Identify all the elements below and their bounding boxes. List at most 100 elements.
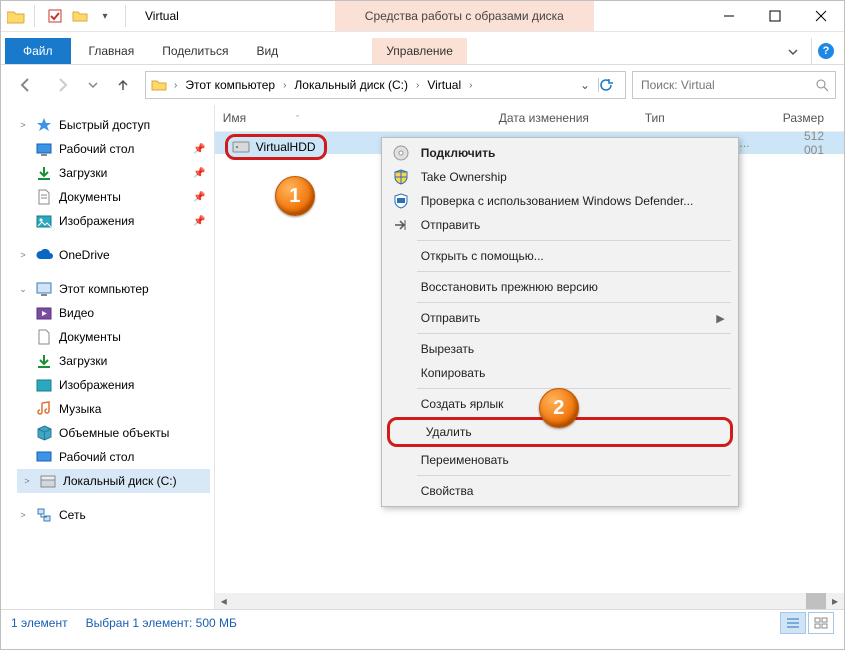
up-button[interactable]	[107, 71, 139, 99]
forward-button[interactable]	[47, 71, 79, 99]
breadcrumb-item[interactable]: Virtual	[425, 78, 463, 92]
onedrive-icon	[35, 246, 53, 264]
refresh-icon[interactable]	[598, 78, 621, 92]
ctx-send-to[interactable]: Отправить▶	[385, 306, 735, 330]
ctx-restore-previous[interactable]: Восстановить прежнюю версию	[385, 275, 735, 299]
pin-icon: 📌	[193, 216, 205, 227]
search-icon[interactable]	[815, 78, 829, 92]
sidebar-item-pictures[interactable]: Изображения📌	[17, 209, 210, 233]
drive-icon	[39, 472, 57, 490]
search-input[interactable]	[639, 77, 809, 93]
address-dropdown-icon[interactable]: ⌄	[576, 78, 594, 92]
annotation-badge-2: 2	[539, 388, 579, 428]
explorer-window: ▾ Virtual Средства работы с образами дис…	[0, 0, 845, 650]
file-list[interactable]: VirtualHDD 05.08.2019 17:38 Файл образа …	[215, 132, 844, 609]
status-item-count: 1 элемент	[11, 616, 68, 630]
sidebar-item-local-disk-c[interactable]: >Локальный диск (C:)	[17, 469, 210, 493]
pin-icon: 📌	[193, 144, 205, 155]
share-icon	[391, 215, 411, 235]
chevron-right-icon[interactable]: ›	[414, 80, 421, 91]
maximize-button[interactable]	[752, 1, 798, 31]
sidebar-item-documents[interactable]: Документы📌	[17, 185, 210, 209]
ctx-share[interactable]: Отправить	[385, 213, 735, 237]
scrollbar-thumb[interactable]	[806, 593, 826, 609]
pictures-icon	[35, 376, 53, 394]
horizontal-scrollbar[interactable]: ◂ ▸	[215, 593, 844, 609]
minimize-button[interactable]	[706, 1, 752, 31]
search-box[interactable]	[632, 71, 836, 99]
scroll-left-icon[interactable]: ◂	[215, 593, 233, 609]
sidebar-network[interactable]: >Сеть	[17, 503, 210, 527]
defender-icon	[391, 191, 411, 211]
chevron-right-icon[interactable]: ›	[467, 80, 474, 91]
sidebar-item-3dobjects[interactable]: Объемные объекты	[17, 421, 210, 445]
view-details-button[interactable]	[780, 612, 806, 634]
cube-icon	[35, 424, 53, 442]
nav-row: › Этот компьютер › Локальный диск (C:) ›…	[1, 65, 844, 105]
ctx-cut[interactable]: Вырезать	[385, 337, 735, 361]
status-selection: Выбран 1 элемент: 500 МБ	[86, 616, 237, 630]
scroll-right-icon[interactable]: ▸	[826, 593, 844, 609]
sidebar-item-pictures[interactable]: Изображения	[17, 373, 210, 397]
back-button[interactable]	[9, 71, 41, 99]
pc-icon	[35, 280, 53, 298]
tab-home[interactable]: Главная	[75, 38, 149, 64]
sidebar-onedrive[interactable]: >OneDrive	[17, 243, 210, 267]
sidebar-this-pc[interactable]: ⌄Этот компьютер	[17, 277, 210, 301]
documents-icon	[35, 328, 53, 346]
qat-newfolder-icon[interactable]	[69, 5, 91, 27]
ctx-properties[interactable]: Свойства	[385, 479, 735, 503]
qat-properties-icon[interactable]	[44, 5, 66, 27]
file-name: VirtualHDD	[256, 140, 316, 154]
tab-view[interactable]: Вид	[242, 38, 292, 64]
ribbon-collapse-icon[interactable]	[781, 40, 805, 64]
sidebar-item-videos[interactable]: Видео	[17, 301, 210, 325]
breadcrumb-item[interactable]: Локальный диск (C:)	[292, 78, 410, 92]
chevron-right-icon[interactable]: ›	[172, 80, 179, 91]
sidebar-item-documents[interactable]: Документы	[17, 325, 210, 349]
ctx-copy[interactable]: Копировать	[385, 361, 735, 385]
column-header-size[interactable]: Размер	[775, 111, 844, 125]
ctx-rename[interactable]: Переименовать	[385, 448, 735, 472]
breadcrumb-item[interactable]: Этот компьютер	[183, 78, 277, 92]
ctx-open-with[interactable]: Открыть с помощью...	[385, 244, 735, 268]
close-button[interactable]	[798, 1, 844, 31]
sidebar-item-downloads[interactable]: Загрузки📌	[17, 161, 210, 185]
ctx-take-ownership[interactable]: Take Ownership	[385, 165, 735, 189]
context-menu: Подключить Take Ownership Проверка с исп…	[381, 137, 739, 507]
desktop-icon	[35, 448, 53, 466]
pictures-icon	[35, 212, 53, 230]
submenu-arrow-icon: ▶	[716, 312, 724, 325]
sidebar-quick-access[interactable]: >Быстрый доступ	[17, 113, 210, 137]
help-icon: ?	[818, 43, 834, 59]
sidebar-item-desktop[interactable]: Рабочий стол📌	[17, 137, 210, 161]
column-header-name[interactable]: Имяˆ	[215, 111, 491, 125]
contextual-ribbon-label: Средства работы с образами диска	[365, 9, 564, 23]
recent-locations-button[interactable]	[85, 71, 101, 99]
downloads-icon	[35, 164, 53, 182]
tab-share[interactable]: Поделиться	[148, 38, 242, 64]
column-header-date[interactable]: Дата изменения	[491, 111, 637, 125]
pin-icon: 📌	[193, 192, 205, 203]
downloads-icon	[35, 352, 53, 370]
disk-image-icon	[232, 138, 250, 156]
sidebar-item-music[interactable]: Музыка	[17, 397, 210, 421]
ctx-mount[interactable]: Подключить	[385, 141, 735, 165]
quick-access-toolbar: ▾	[44, 5, 116, 27]
tab-file[interactable]: Файл	[5, 38, 71, 64]
contextual-ribbon-header: Средства работы с образами диска	[335, 1, 594, 31]
pin-icon: 📌	[193, 168, 205, 179]
view-large-icons-button[interactable]	[808, 612, 834, 634]
address-bar[interactable]: › Этот компьютер › Локальный диск (C:) ›…	[145, 71, 626, 99]
sidebar-item-downloads[interactable]: Загрузки	[17, 349, 210, 373]
column-header-type[interactable]: Тип	[637, 111, 775, 125]
sidebar-item-desktop[interactable]: Рабочий стол	[17, 445, 210, 469]
chevron-right-icon[interactable]: ›	[281, 80, 288, 91]
star-icon	[35, 116, 53, 134]
folder-icon	[7, 9, 25, 24]
help-button[interactable]: ?	[811, 38, 840, 64]
ctx-defender-scan[interactable]: Проверка с использованием Windows Defend…	[385, 189, 735, 213]
qat-dropdown-icon[interactable]: ▾	[94, 5, 116, 27]
tab-manage[interactable]: Управление	[372, 38, 467, 64]
videos-icon	[35, 304, 53, 322]
